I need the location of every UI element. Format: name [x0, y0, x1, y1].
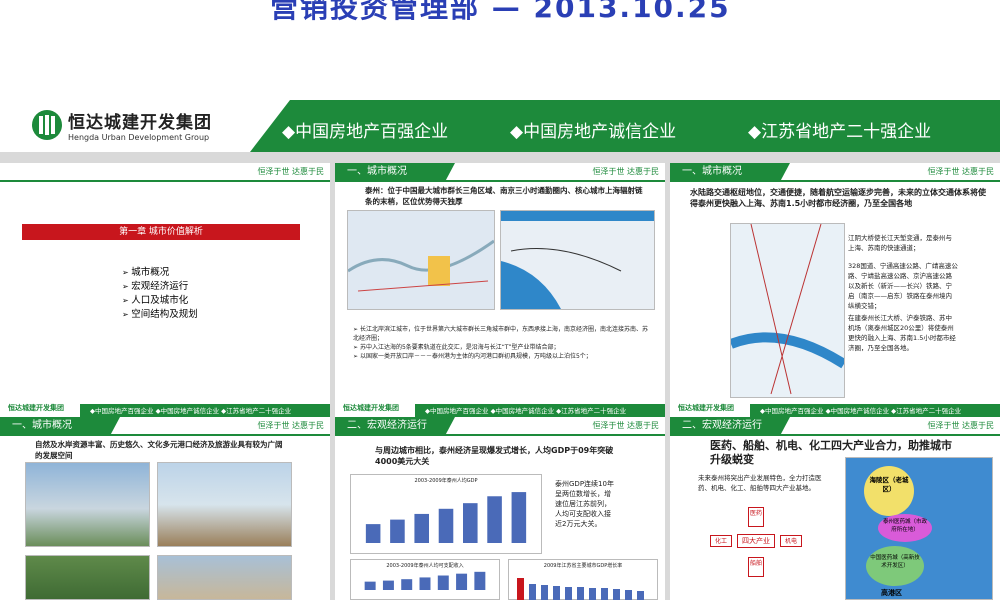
chart-bar — [365, 524, 381, 543]
fountain-photo — [25, 462, 150, 547]
toc-item: 城市概况 — [122, 266, 198, 280]
slide-motto: 恒泽于世 达惠于民 — [257, 167, 324, 176]
side-note: 泰州GDP连续10年呈两位数增长，增速位居江苏前列，人均可支配收入接近2万元大关… — [555, 480, 614, 528]
slide-thumbnail-6[interactable]: 二、宏观经济运行 恒泽于世 达惠于民 医药、船舶、机电、化工四大产业合力，助推城市… — [670, 417, 1000, 600]
slide-headline: 与周边城市相比，泰州经济呈现爆发式增长，人均GDP于09年突破4000美元大关 — [375, 446, 614, 466]
chart-bar — [401, 579, 413, 590]
text-block: 328国道、宁通高速公路、广靖高速公路、宁靖盐高速公路、京沪高速公路以及新长（新… — [848, 262, 958, 310]
slide-title: 一、城市概况 — [335, 163, 455, 181]
slide-title: 一、城市概况 — [0, 417, 120, 435]
toc-item: 空间结构及规划 — [122, 308, 198, 322]
chart-bar — [463, 503, 478, 543]
chart-bar — [382, 580, 394, 590]
growth-chart: 2009年江苏省主要城市GDP增长率 — [508, 559, 658, 600]
slide-headline: 泰州：位于中国最大城市群长三角区域、南京三小时通勤圈内、核心城市上海辐射链条的末… — [365, 186, 643, 206]
architecture-photo — [157, 555, 292, 600]
income-chart: 2003-2009年泰州人均可支配收入 — [350, 559, 500, 600]
chart-bar — [414, 513, 429, 543]
slide-thumbnail-5[interactable]: 二、宏观经济运行 恒泽于世 达惠于民 与周边城市相比，泰州经济呈现爆发式增长，人均… — [335, 417, 665, 600]
traffic-map-image — [729, 223, 847, 398]
top-white-area: 营销投资管理部 — 2013.10.25 — [0, 0, 1000, 100]
chart-bar — [364, 581, 376, 590]
region-map-image — [347, 210, 495, 310]
chart-bar — [437, 575, 449, 590]
page-title: 营销投资管理部 — 2013.10.25 — [270, 0, 731, 24]
chart-title: 2003-2009年泰州人均GDP — [414, 478, 478, 484]
text-block: 未来泰州将突出产业发展特色，全力打造医药、机电、化工、船舶等四大产业基地。 — [698, 474, 822, 492]
logo-en-text: Hengda Urban Development Group — [68, 133, 210, 142]
text-block: 江阴大桥使长江天堑变通，是泰州与上海、苏南的快速通道； — [848, 234, 952, 252]
chapter-title: 第一章 城市价值解析 — [22, 224, 300, 240]
park-photo — [25, 555, 150, 600]
chart-bar — [390, 519, 405, 543]
gdp-chart: 2003-2009年泰州人均GDP — [350, 474, 542, 554]
slogan-3: ◆江苏省地产二十强企业 — [748, 122, 932, 142]
slide-thumbnail-2[interactable]: 一、城市概况 恒泽于世 达惠于民 泰州：位于中国最大城市群长三角区域、南京三小时通… — [335, 163, 665, 418]
slide-headline: 自然及水岸资源丰富、历史悠久、文化多元港口经济及旅游业具有较为广阔的发展空间 — [35, 440, 283, 460]
chart-bar — [474, 571, 486, 590]
text-block: 在建泰州长江大桥、沪泰铁路、苏中机场（离泰州城区20公里）将使泰州更快的融入上海… — [848, 314, 956, 352]
slide-thumbnail-3[interactable]: 一、城市概况 恒泽于世 达惠于民 水陆路交通枢纽地位，交通便捷，随着航空运输逐步完… — [670, 163, 1000, 418]
logo-cn-text: 恒达城建开发集团 — [68, 113, 212, 133]
slide-title: 二、宏观经济运行 — [670, 417, 790, 435]
slide-title: 一、城市概况 — [670, 163, 790, 181]
city-zoning-map: 海陵区（老城区） 泰州医药城（市政府所在地） 中国医药城（高新技术开发区） 高港… — [845, 457, 993, 600]
company-logo: 恒达城建开发集团 Hengda Urban Development Group — [32, 108, 212, 142]
toc-item: 宏观经济运行 — [122, 280, 198, 294]
transport-map-image — [500, 210, 655, 310]
chart-bar — [419, 577, 431, 590]
slide-thumbnail-4[interactable]: 一、城市概况 恒泽于世 达惠于民 自然及水岸资源丰富、历史悠久、文化多元港口经济及… — [0, 417, 330, 600]
chapter-toc: 城市概况 宏观经济运行 人口及城市化 空间结构及规划 — [122, 266, 198, 322]
chart-bar — [511, 492, 527, 543]
slide-headline: 水陆路交通枢纽地位，交通便捷，随着航空运输逐步完善，未来的立体交通体系将使得泰州… — [690, 188, 986, 208]
slide-title: 二、宏观经济运行 — [335, 417, 455, 435]
toc-item: 人口及城市化 — [122, 294, 198, 308]
logo-mark-icon — [32, 110, 62, 140]
slide-thumbnail-1[interactable]: 恒泽于世 达惠于民 第一章 城市价值解析 城市概况 宏观经济运行 人口及城市化 … — [0, 163, 330, 418]
slogan-1: ◆中国房地产百强企业 — [282, 122, 449, 142]
bullet-list: ➢ 长江北岸滨江城市，位于世界第六大城市群长三角城市群中，东西承接上海，南京经济… — [353, 326, 648, 360]
chart-bar — [487, 496, 502, 543]
slogan-2: ◆中国房地产诚信企业 — [510, 122, 677, 142]
waterfront-photo — [157, 462, 292, 547]
chart-bar — [456, 573, 468, 590]
chart-bar — [438, 508, 454, 543]
